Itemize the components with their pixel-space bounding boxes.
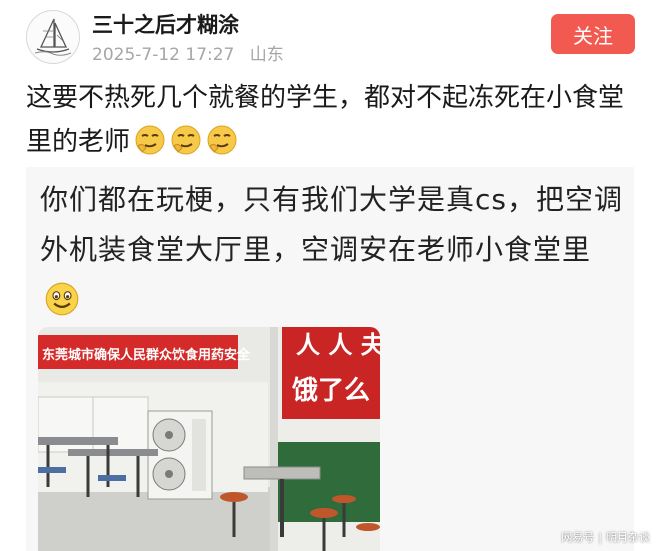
quoted-text: 你们都在玩梗，只有我们大学是真cs，把空调外机装食堂大厅里，空调安在老师小食堂里 [40,175,625,325]
smirk-face-emoji-icon [207,125,237,155]
banner-left-text: 东莞城市确保人民群众饮食用药安全 [42,347,251,363]
smirk-face-emoji-icon [171,125,201,155]
watermark-separator: | [598,531,602,544]
banner-right-top-text: 人 人 夫 [296,331,380,359]
sailboat-logo-icon [34,18,72,56]
post-text-content: 这要不热死几个就餐的学生，都对不起冻死在小食堂里的老师 [26,83,625,157]
post-location: 山东 [249,45,284,65]
cafeteria-photo-image: 东莞城市确保人民群众饮食用药安全 人 人 夫 饿了么 [38,327,380,551]
watermark-author: 明月杂谈 [606,531,650,544]
post-date: 2025-7-12 17:27 [92,45,235,65]
author-name[interactable]: 三十之后才糊涂 [92,9,239,39]
follow-button[interactable]: 关注 [551,14,635,54]
banner-right-bottom-text: 饿了么 [291,376,370,406]
avatar[interactable] [26,10,80,64]
post-meta: 2025-7-12 17:27 山东 [92,40,294,65]
post-text: 这要不热死几个就餐的学生，都对不起冻死在小食堂里的老师 [26,76,636,164]
smirk-face-emoji-icon [135,125,165,155]
grin-face-emoji-icon [45,282,79,316]
quoted-text-content: 你们都在玩梗，只有我们大学是真cs，把空调外机装食堂大厅里，空调安在老师小食堂里 [40,183,623,266]
cafeteria-photo[interactable]: 东莞城市确保人民群众饮食用药安全 人 人 夫 饿了么 [38,327,380,551]
watermark: 网易号 | 明月杂谈 [561,529,650,545]
watermark-source: 网易号 [561,531,595,544]
quoted-post-card[interactable]: 你们都在玩梗，只有我们大学是真cs，把空调外机装食堂大厅里，空调安在老师小食堂里… [26,167,634,551]
